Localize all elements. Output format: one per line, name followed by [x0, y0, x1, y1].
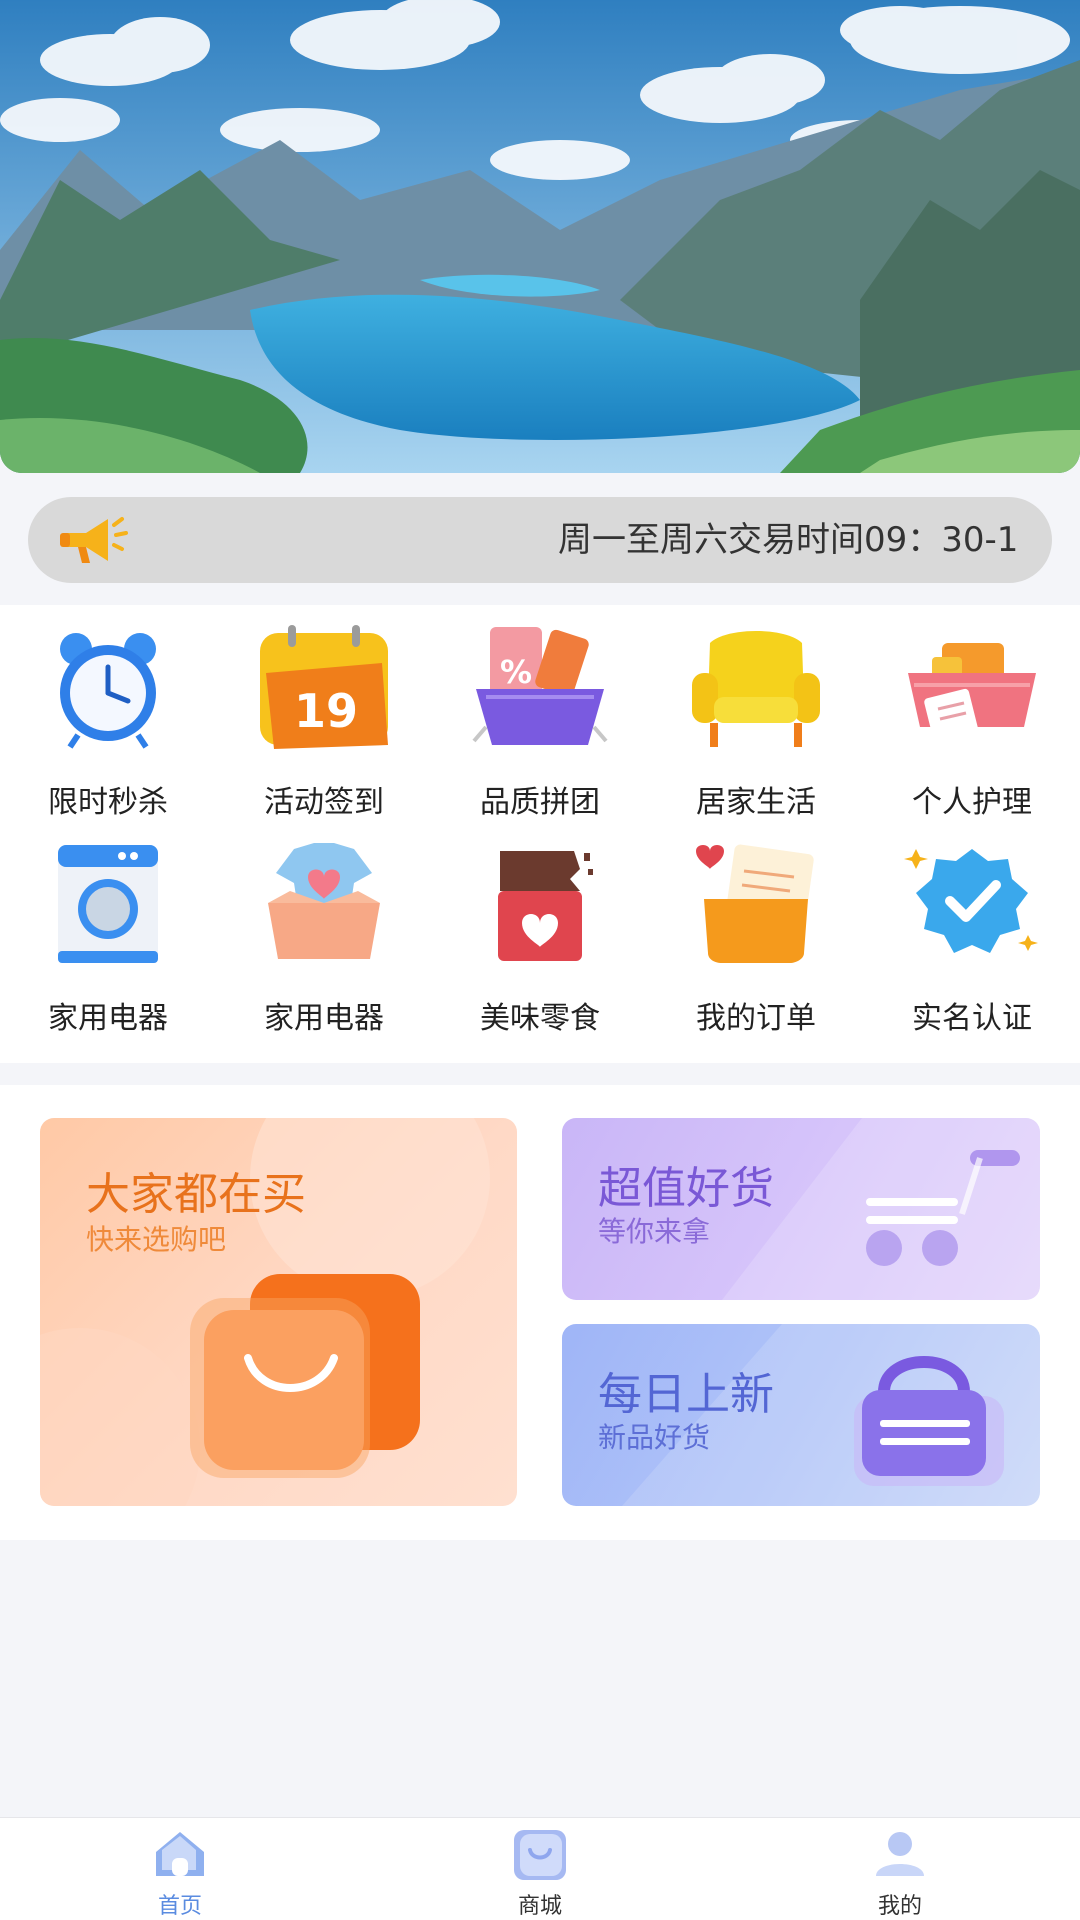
- category-my-orders[interactable]: 我的订单: [648, 821, 864, 1036]
- handbag-icon: [854, 1356, 1004, 1486]
- category-label: 家用电器: [264, 1001, 384, 1036]
- category-label: 实名认证: [912, 1001, 1032, 1036]
- home-icon: [156, 1832, 204, 1876]
- svg-text:%: %: [500, 653, 532, 691]
- tab-label: 商城: [517, 1894, 562, 1919]
- care-basket-icon: [908, 643, 1036, 742]
- promo-subtitle: 等你来拿: [598, 1215, 711, 1248]
- promo-card-new[interactable]: 每日上新 新品好货: [562, 1324, 1040, 1506]
- armchair-icon: [692, 631, 820, 747]
- clothes-box-icon: [268, 843, 380, 959]
- megaphone-icon: [60, 517, 128, 563]
- order-envelope-icon: [696, 844, 814, 963]
- promo-card-popular[interactable]: 大家都在买 快来选购吧: [40, 1118, 517, 1506]
- category-label: 限时秒杀: [48, 785, 168, 820]
- promo-section: 大家都在买 快来选购吧 超值好货 等你来拿 每日上新 新品好货: [0, 1085, 1080, 1540]
- home-page: 周一至周六交易时间09：30-1 限时秒杀 19 活动签到 % 品质拼团 居家生…: [0, 0, 1080, 1920]
- category-snacks[interactable]: 美味零食: [432, 821, 648, 1036]
- category-verification[interactable]: 实名认证: [864, 821, 1080, 1036]
- notice-section: 周一至周六交易时间09：30-1: [0, 473, 1080, 605]
- tab-shop[interactable]: 商城: [360, 1818, 720, 1920]
- promo-subtitle: 快来选购吧: [86, 1223, 227, 1256]
- promo-title: 每日上新: [598, 1369, 774, 1420]
- svg-text:19: 19: [294, 684, 358, 738]
- discount-basket-icon: %: [472, 627, 608, 745]
- shop-icon: [514, 1830, 566, 1880]
- banner-image[interactable]: [0, 0, 1080, 473]
- tab-label: 我的: [877, 1894, 922, 1919]
- tab-home[interactable]: 首页: [0, 1818, 360, 1920]
- tab-label: 首页: [157, 1894, 202, 1919]
- category-appliances[interactable]: 家用电器: [0, 821, 216, 1036]
- notice-text: 周一至周六交易时间09：30-1: [558, 520, 1019, 560]
- profile-icon: [876, 1832, 924, 1876]
- category-check-in[interactable]: 19 活动签到: [216, 605, 432, 820]
- verified-badge-icon: [904, 849, 1038, 953]
- category-label: 活动签到: [264, 785, 384, 820]
- category-label: 个人护理: [912, 785, 1032, 820]
- category-group-buy[interactable]: % 品质拼团: [432, 605, 648, 820]
- promo-title: 大家都在买: [86, 1169, 306, 1220]
- category-label: 美味零食: [480, 1001, 600, 1036]
- category-label: 家用电器: [48, 1001, 168, 1036]
- tab-profile[interactable]: 我的: [720, 1818, 1080, 1920]
- promo-card-value[interactable]: 超值好货 等你来拿: [562, 1118, 1040, 1300]
- category-grid: 限时秒杀 19 活动签到 % 品质拼团 居家生活 个人护理 家用电器 家用电器 …: [0, 605, 1080, 1063]
- category-label: 居家生活: [696, 785, 816, 820]
- washing-machine-icon: [58, 845, 158, 963]
- category-personal-care[interactable]: 个人护理: [864, 605, 1080, 820]
- category-appliances-2[interactable]: 家用电器: [216, 821, 432, 1036]
- landscape-image: [0, 0, 1080, 473]
- notice-bar[interactable]: 周一至周六交易时间09：30-1: [28, 497, 1052, 583]
- promo-title: 超值好货: [598, 1163, 774, 1214]
- chocolate-icon: [498, 851, 593, 961]
- promo-subtitle: 新品好货: [598, 1421, 711, 1454]
- shopping-bag-icon: [190, 1274, 420, 1478]
- alarm-clock-icon: [60, 633, 156, 749]
- bottom-tab-bar: 首页 商城 我的: [0, 1817, 1080, 1920]
- category-home-living[interactable]: 居家生活: [648, 605, 864, 820]
- category-label: 品质拼团: [480, 785, 600, 820]
- cart-icon: [866, 1150, 1020, 1266]
- calendar-icon: 19: [260, 625, 388, 749]
- category-flash-sale[interactable]: 限时秒杀: [0, 605, 216, 820]
- category-label: 我的订单: [696, 1001, 816, 1036]
